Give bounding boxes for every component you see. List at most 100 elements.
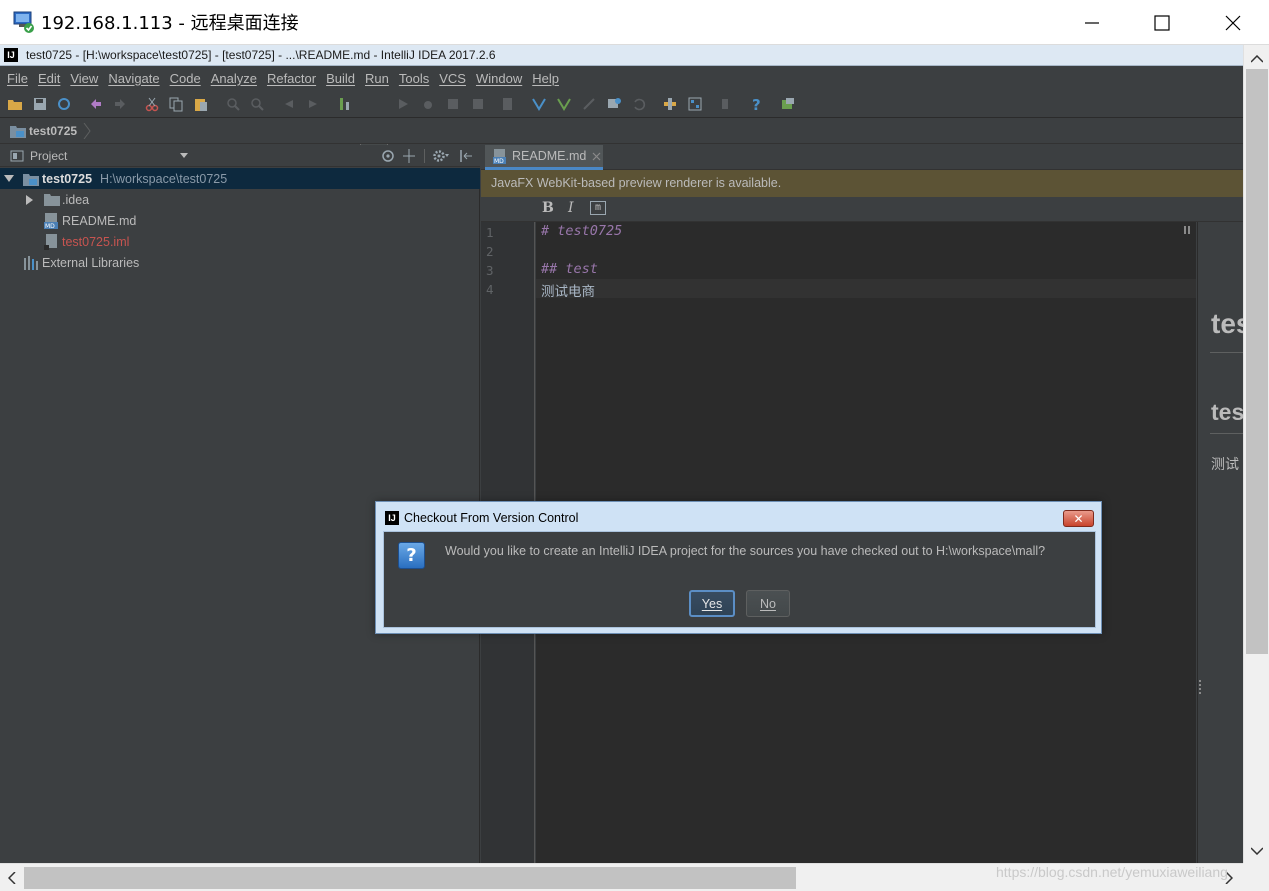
close-icon xyxy=(1225,15,1241,30)
forward-icon[interactable] xyxy=(305,96,321,112)
cut-icon[interactable] xyxy=(144,96,160,112)
vcs-commit-icon[interactable] xyxy=(556,96,572,112)
svg-text:?: ? xyxy=(752,96,761,112)
breadcrumb[interactable]: test0725 xyxy=(29,124,77,138)
open-folder-icon[interactable] xyxy=(7,96,23,112)
module-file-icon xyxy=(44,233,57,250)
menu-refactor[interactable]: Refactor xyxy=(262,71,321,86)
find-icon[interactable] xyxy=(225,96,241,112)
folder-icon xyxy=(44,194,60,206)
bold-button[interactable]: B xyxy=(542,200,554,216)
menu-help[interactable]: Help xyxy=(527,71,564,86)
hide-panel-icon[interactable] xyxy=(459,149,473,163)
editor-tabs: MD README.md xyxy=(481,145,1243,170)
locate-icon[interactable] xyxy=(381,149,395,163)
menu-tools[interactable]: Tools xyxy=(394,71,434,86)
sdk-icon[interactable] xyxy=(718,96,734,112)
vcs-revert-icon[interactable] xyxy=(631,96,647,112)
close-window-button[interactable] xyxy=(1198,0,1268,45)
menu-build[interactable]: Build xyxy=(321,71,360,86)
dialog-close-button[interactable]: ✕ xyxy=(1063,510,1094,527)
expand-arrow-icon[interactable] xyxy=(4,174,14,184)
vcs-compare-icon[interactable] xyxy=(581,96,597,112)
settings-icon[interactable] xyxy=(662,96,678,112)
vertical-scroll-thumb[interactable] xyxy=(1246,69,1268,654)
menu-code[interactable]: Code xyxy=(165,71,206,86)
vcs-history-icon[interactable] xyxy=(606,96,622,112)
menu-vcs[interactable]: VCS xyxy=(434,71,471,86)
project-structure-icon[interactable] xyxy=(687,96,703,112)
menu-run[interactable]: Run xyxy=(360,71,394,86)
module-folder-icon xyxy=(23,173,39,186)
split-handle-icon[interactable] xyxy=(1184,226,1190,234)
stop-icon[interactable] xyxy=(470,96,486,112)
scroll-left-icon[interactable] xyxy=(8,872,16,884)
line-number: 2 xyxy=(486,244,494,259)
sync-icon[interactable] xyxy=(56,96,72,112)
remote-desktop-icon xyxy=(12,10,36,34)
navigation-bar: test0725 xyxy=(0,119,1243,144)
tree-item-label: External Libraries xyxy=(42,255,140,270)
toolbar-divider xyxy=(424,149,425,163)
notification-text: JavaFX WebKit-based preview renderer is … xyxy=(491,176,782,190)
back-icon[interactable] xyxy=(281,96,297,112)
save-icon[interactable] xyxy=(32,96,48,112)
yes-button[interactable]: Yes xyxy=(689,590,735,617)
ide-titlebar: IJ test0725 - [H:\workspace\test0725] - … xyxy=(0,45,1243,66)
attach-icon[interactable] xyxy=(500,96,516,112)
chevron-down-icon[interactable] xyxy=(180,153,188,159)
maximize-button[interactable] xyxy=(1127,0,1197,45)
dialog-body: ? Would you like to create an IntelliJ I… xyxy=(383,531,1096,628)
tab-readme[interactable]: MD README.md xyxy=(485,145,603,170)
project-panel-title[interactable]: Project xyxy=(30,149,67,163)
replace-icon[interactable] xyxy=(249,96,265,112)
tree-root[interactable]: test0725 H:\workspace\test0725 xyxy=(0,168,480,189)
help-icon[interactable]: ? xyxy=(749,96,765,112)
minimize-button[interactable] xyxy=(1057,0,1127,45)
undo-icon[interactable] xyxy=(88,96,104,112)
debug-icon[interactable] xyxy=(420,96,436,112)
menu-edit[interactable]: Edit xyxy=(33,71,65,86)
menu-file[interactable]: File xyxy=(2,71,33,86)
tree-root-name: test0725 xyxy=(42,171,93,186)
close-tab-icon[interactable] xyxy=(592,152,601,161)
menu-bar: File Edit View Navigate Code Analyze Ref… xyxy=(0,67,1243,89)
intellij-logo-icon: IJ xyxy=(385,511,399,525)
rdp-titlebar: 192.168.1.113 - 远程桌面连接 xyxy=(0,0,1269,45)
copy-icon[interactable] xyxy=(168,96,184,112)
no-button[interactable]: No xyxy=(746,590,790,617)
resize-grip-icon[interactable] xyxy=(1198,680,1202,694)
menu-navigate[interactable]: Navigate xyxy=(103,71,164,86)
ide-window-title: test0725 - [H:\workspace\test0725] - [te… xyxy=(26,48,496,62)
notification-bar: JavaFX WebKit-based preview renderer is … xyxy=(481,170,1243,197)
redo-icon[interactable] xyxy=(112,96,128,112)
preview-heading-2: tes xyxy=(1211,399,1243,425)
horizontal-scroll-thumb[interactable] xyxy=(24,867,796,889)
scroll-down-icon[interactable] xyxy=(1251,847,1263,855)
paste-icon[interactable] xyxy=(193,96,209,112)
menu-window[interactable]: Window xyxy=(471,71,527,86)
tree-item-readme[interactable]: MD README.md xyxy=(0,210,480,231)
collapse-all-icon[interactable] xyxy=(402,149,416,163)
tree-item-idea[interactable]: .idea xyxy=(0,189,480,210)
preview-heading-1: tes xyxy=(1211,308,1243,339)
breadcrumb-separator-icon xyxy=(83,123,91,139)
plugin-icon[interactable] xyxy=(780,96,796,112)
italic-button[interactable]: I xyxy=(568,200,574,216)
menu-view[interactable]: View xyxy=(65,71,103,86)
collapsed-arrow-icon[interactable] xyxy=(25,194,34,205)
code-button[interactable]: m xyxy=(590,201,606,215)
tree-item-iml[interactable]: test0725.iml xyxy=(0,231,480,252)
run-icon[interactable] xyxy=(395,96,411,112)
main-toolbar: ? xyxy=(0,90,1243,159)
menu-analyze[interactable]: Analyze xyxy=(206,71,262,86)
vcs-update-icon[interactable] xyxy=(531,96,547,112)
maximize-icon xyxy=(1154,14,1170,31)
build-icon[interactable] xyxy=(337,96,353,112)
caret-row-highlight xyxy=(536,279,1196,298)
tree-item-external-libraries[interactable]: External Libraries xyxy=(0,252,480,273)
scroll-up-icon[interactable] xyxy=(1251,55,1263,63)
gear-icon[interactable] xyxy=(432,149,450,163)
coverage-icon[interactable] xyxy=(445,96,461,112)
rdp-vertical-scrollbar[interactable] xyxy=(1243,45,1269,863)
